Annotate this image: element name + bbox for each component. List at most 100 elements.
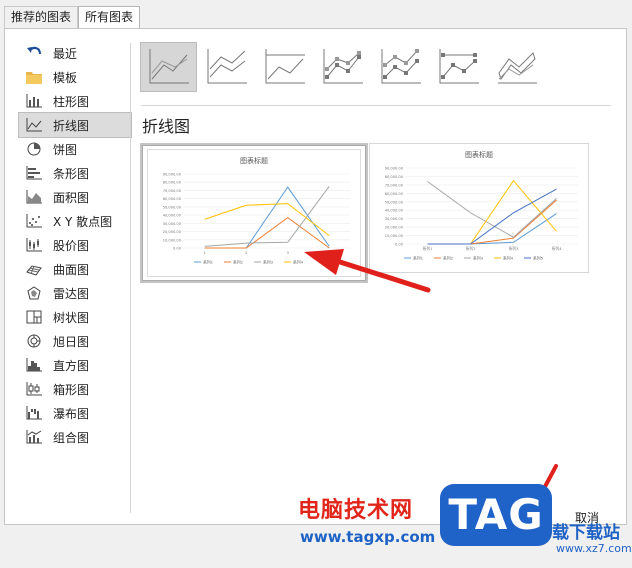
subtype-line[interactable] — [140, 42, 197, 92]
series-line — [204, 216, 330, 249]
sidebar-item-recent[interactable]: 最近 — [19, 41, 131, 65]
legend-entry: 系列5 — [533, 256, 544, 261]
bar-chart-icon — [25, 165, 43, 181]
folder-icon — [25, 69, 43, 85]
sidebar-item-surface[interactable]: 曲面图 — [19, 257, 131, 281]
section-title: 折线图 — [142, 117, 191, 136]
scatter-chart-icon — [25, 213, 43, 229]
chart-preview-1[interactable]: 图表标题 0.00 10,000.00 20,000.00 30,000.00 40,00… — [140, 143, 368, 283]
x-tick-label: 系列3 — [508, 246, 519, 251]
y-tick-label: 30,000.00 — [163, 222, 182, 226]
sidebar-item-histogram[interactable]: 直方图 — [19, 353, 131, 377]
percent-stacked-line-icon — [265, 49, 305, 84]
sidebar-item-pie[interactable]: 饼图 — [19, 137, 131, 161]
x-tick-label: 系列1 — [422, 246, 433, 251]
undo-icon — [25, 45, 43, 61]
surface-chart-icon — [25, 261, 43, 277]
y-tick-label: 60,000.00 — [163, 197, 182, 201]
watermark-site-name: 电脑技术网 — [298, 498, 414, 523]
y-tick-label: 70,000.00 — [385, 183, 404, 187]
chart-preview-1-canvas: 图表标题 0.00 10,000.00 20,000.00 30,000.00 40,00… — [147, 149, 361, 277]
y-tick-label: 90,000.00 — [385, 167, 404, 171]
chart-preview-2-svg: 图表标题 0.00 10,000.00 20,000.00 30,000.00 40,00… — [385, 150, 578, 261]
subtype-100-stacked-line[interactable] — [257, 43, 312, 91]
sidebar-item-combo[interactable]: 组合图 — [19, 425, 131, 449]
sidebar-item-area[interactable]: 面积图 — [19, 185, 131, 209]
legend-entry: 系列4 — [293, 260, 304, 265]
sidebar-item-label: 最近 — [53, 46, 78, 61]
y-tick-label: 30,000.00 — [385, 217, 404, 221]
combo-chart-icon — [25, 429, 43, 445]
sidebar-item-boxplot[interactable]: 箱形图 — [19, 377, 131, 401]
sidebar-item-label: 模板 — [53, 70, 78, 85]
insert-chart-dialog: 最近 模板 柱形图 折线图 饼图 条形图 面积图 X Y 散点图 股价图 曲面图… — [4, 28, 627, 525]
sidebar-item-label: 瀑布图 — [53, 406, 90, 421]
x-tick-label: 系列2 — [465, 246, 476, 251]
sidebar-item-treemap[interactable]: 树状图 — [19, 305, 131, 329]
legend-entry: 系列1 — [413, 256, 424, 261]
line-subtype-gallery — [140, 42, 547, 93]
sidebar-item-label: 股价图 — [53, 238, 90, 253]
sidebar-item-bar[interactable]: 条形图 — [19, 161, 131, 185]
subtype-line-markers[interactable] — [315, 43, 370, 91]
y-tick-label: 20,000.00 — [163, 230, 182, 234]
x-tick-label: 4 — [328, 250, 331, 255]
y-tick-label: 0.00 — [173, 247, 182, 251]
y-tick-label: 80,000.00 — [385, 175, 404, 179]
subtype-100-stacked-line-markers[interactable] — [431, 43, 486, 91]
sidebar-item-stock[interactable]: 股价图 — [19, 233, 131, 257]
stacked-line-markers-icon — [381, 49, 421, 84]
chart-title: 图表标题 — [465, 150, 493, 159]
sidebar-item-label: 旭日图 — [53, 334, 90, 349]
sidebar-item-radar[interactable]: 雷达图 — [19, 281, 131, 305]
sidebar-item-scatter[interactable]: X Y 散点图 — [19, 209, 131, 233]
sidebar-item-templates[interactable]: 模板 — [19, 65, 131, 89]
y-tick-label: 80,000.00 — [163, 181, 182, 185]
y-tick-label: 50,000.00 — [385, 200, 404, 204]
tab-bar: 推荐的图表 所有图表 — [4, 6, 141, 29]
y-tick-label: 50,000.00 — [163, 205, 182, 209]
series-line — [427, 179, 557, 245]
sidebar-item-waterfall[interactable]: 瀑布图 — [19, 401, 131, 425]
legend-entry: 系列1 — [203, 260, 214, 265]
series-line — [427, 199, 557, 245]
watermark-xz-url: www.xz7.com — [556, 542, 632, 555]
y-tick-label: 40,000.00 — [385, 209, 404, 213]
series-line — [204, 186, 330, 249]
stock-chart-icon — [25, 237, 43, 253]
sidebar-item-label: 树状图 — [53, 310, 90, 325]
legend-entry: 系列2 — [233, 260, 244, 265]
sidebar-item-label: 直方图 — [53, 358, 90, 373]
legend-entry: 系列3 — [473, 256, 484, 261]
y-tick-label: 90,000.00 — [163, 173, 182, 177]
sidebar-item-label: 组合图 — [53, 430, 90, 445]
y-tick-label: 10,000.00 — [163, 238, 182, 242]
sidebar-divider — [130, 43, 131, 513]
line-subtype-icon — [149, 49, 189, 84]
sidebar-item-line[interactable]: 折线图 — [18, 112, 132, 138]
chart-title: 图表标题 — [240, 156, 268, 165]
x-tick-label: 系列4 — [551, 246, 562, 251]
legend-entry: 系列2 — [443, 256, 454, 261]
chart-preview-2[interactable]: 图表标题 0.00 10,000.00 20,000.00 30,000.00 40,00… — [369, 143, 589, 273]
boxplot-icon — [25, 381, 43, 397]
sidebar-item-column[interactable]: 柱形图 — [19, 89, 131, 113]
y-tick-label: 0.00 — [395, 243, 404, 247]
sidebar-item-label: 箱形图 — [53, 382, 90, 397]
subtype-stacked-line[interactable] — [199, 43, 254, 91]
y-tick-label: 20,000.00 — [385, 226, 404, 230]
sidebar-item-label: 条形图 — [53, 166, 90, 181]
area-chart-icon — [25, 189, 43, 205]
sidebar-item-label: 折线图 — [53, 118, 90, 133]
tab-all-charts[interactable]: 所有图表 — [78, 6, 141, 29]
percent-stacked-line-markers-icon — [439, 49, 479, 84]
legend-entry: 系列3 — [263, 260, 274, 265]
line-chart-icon — [25, 117, 43, 133]
tab-recommended-charts[interactable]: 推荐的图表 — [4, 6, 79, 28]
sidebar-item-sunburst[interactable]: 旭日图 — [19, 329, 131, 353]
stacked-line-icon — [207, 49, 247, 84]
subtype-3d-line[interactable] — [489, 43, 544, 91]
pie-chart-icon — [25, 141, 43, 157]
y-tick-label: 60,000.00 — [385, 192, 404, 196]
subtype-stacked-line-markers[interactable] — [373, 43, 428, 91]
